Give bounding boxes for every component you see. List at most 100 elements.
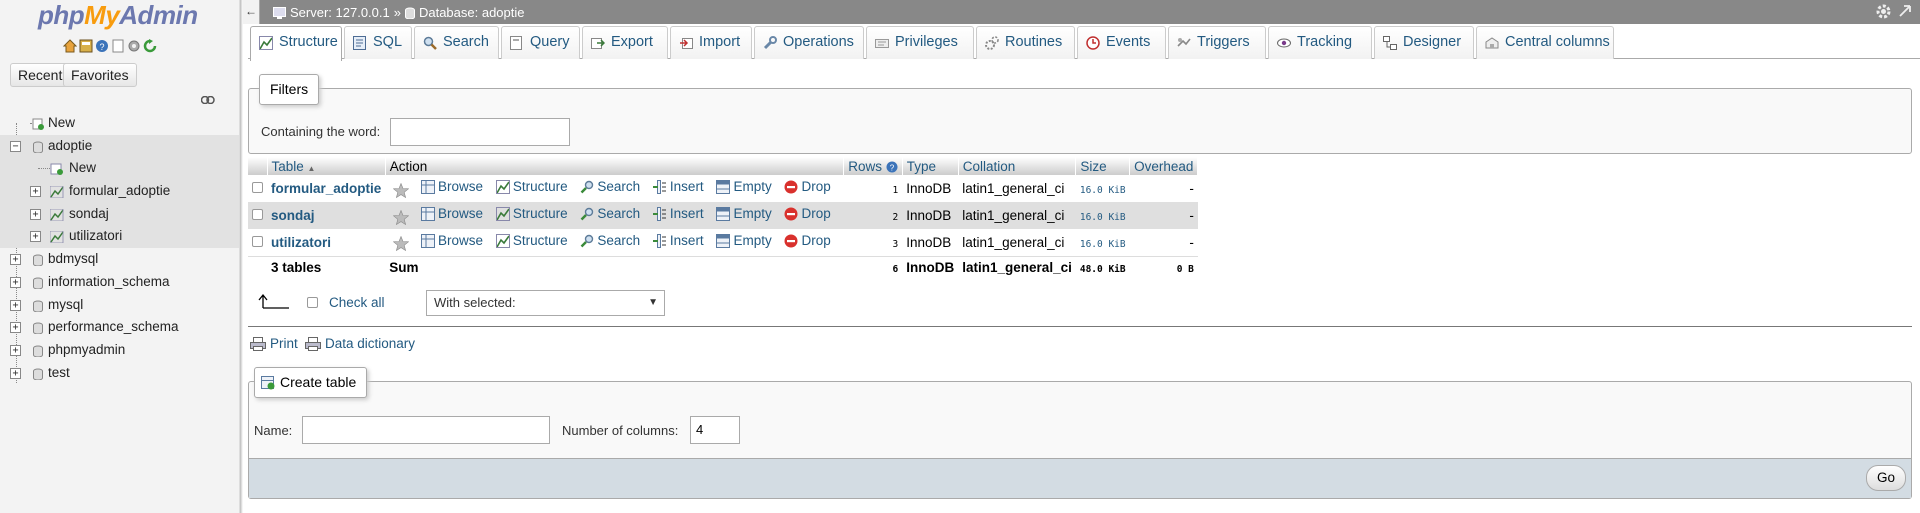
tab-import[interactable]: Import	[670, 26, 752, 59]
search-action[interactable]: Search	[580, 233, 640, 248]
tree-new-database[interactable]: New	[0, 112, 239, 135]
breadcrumb-server[interactable]: Server: 127.0.0.1	[290, 5, 390, 20]
tab-tracking[interactable]: Tracking	[1268, 26, 1372, 59]
check-all-checkbox[interactable]	[307, 297, 318, 308]
home-icon[interactable]	[63, 39, 77, 53]
drop-action[interactable]: Drop	[784, 206, 831, 221]
structure-action[interactable]: Structure	[495, 179, 568, 194]
browse-action[interactable]: Browse	[421, 233, 483, 248]
reload-icon[interactable]	[143, 39, 157, 53]
tab-triggers[interactable]: Triggers	[1168, 26, 1266, 59]
tab-privileges[interactable]: Privileges	[866, 26, 974, 59]
header-rows[interactable]: Rows ?	[843, 157, 903, 175]
filters-legend[interactable]: Filters	[259, 74, 320, 105]
drop-action[interactable]: Drop	[784, 179, 831, 194]
help-icon[interactable]: ?	[95, 39, 109, 53]
collapse-icon[interactable]: −	[10, 140, 21, 152]
insert-action[interactable]: Insert	[652, 179, 704, 194]
tab-central-columns[interactable]: Central columns	[1476, 26, 1614, 59]
drop-action[interactable]: Drop	[784, 233, 831, 248]
row-checkbox[interactable]	[252, 235, 263, 247]
empty-action[interactable]: Empty	[716, 233, 772, 248]
table-size[interactable]: 16.0 KiB	[1080, 185, 1126, 196]
row-checkbox[interactable]	[252, 209, 263, 220]
insert-action[interactable]: Insert	[652, 206, 704, 221]
docs-icon[interactable]	[111, 39, 125, 53]
tree-table-utilizatori[interactable]: + utilizatori	[0, 225, 239, 249]
favorites-button[interactable]: Favorites	[63, 63, 137, 87]
insert-action[interactable]: Insert	[652, 233, 704, 248]
table-size[interactable]: 16.0 KiB	[1080, 239, 1126, 250]
search-action[interactable]: Search	[580, 206, 640, 221]
empty-action[interactable]: Empty	[716, 206, 772, 221]
tab-search[interactable]: Search	[414, 26, 499, 59]
tab-designer[interactable]: Designer	[1374, 26, 1474, 59]
header-collation[interactable]: Collation	[958, 157, 1077, 175]
header-overhead[interactable]: Overhead	[1129, 157, 1199, 175]
expand-icon[interactable]: +	[30, 231, 41, 243]
nav-divider[interactable]	[240, 0, 243, 513]
favorite-star-icon[interactable]	[393, 236, 410, 252]
go-button[interactable]: Go	[1866, 465, 1906, 491]
tree-new-table[interactable]: New	[0, 157, 239, 181]
header-table[interactable]: Table ▲	[267, 157, 386, 175]
tab-query[interactable]: Query	[501, 26, 580, 59]
tab-events[interactable]: Events	[1077, 26, 1166, 59]
check-all-label[interactable]: Check all	[329, 295, 385, 310]
expand-icon[interactable]: +	[10, 367, 21, 379]
tree-db-adoptie[interactable]: − adoptie	[0, 134, 239, 158]
table-size[interactable]: 16.0 KiB	[1080, 212, 1126, 223]
breadcrumb-database[interactable]: Database: adoptie	[419, 5, 525, 20]
create-table-legend[interactable]: Create table	[254, 367, 368, 398]
tree-db-performance-schema[interactable]: + performance_schema	[0, 316, 239, 339]
expand-icon[interactable]: +	[30, 186, 41, 198]
recent-button[interactable]: Recent	[10, 63, 71, 87]
print-link[interactable]: Print	[250, 336, 298, 351]
tree-table-formular-adoptie[interactable]: + formular_adoptie	[0, 180, 239, 203]
structure-action[interactable]: Structure	[495, 206, 568, 221]
search-action[interactable]: Search	[580, 179, 640, 194]
tree-db-phpmyadmin[interactable]: + phpmyadmin	[0, 339, 239, 362]
table-name-input[interactable]	[302, 416, 550, 444]
expand-icon[interactable]: +	[10, 254, 21, 266]
table-name-link[interactable]: utilizatori	[271, 235, 331, 250]
expand-icon[interactable]: +	[10, 299, 21, 311]
sql-window-icon[interactable]	[79, 39, 93, 53]
with-selected-dropdown[interactable]: With selected: ▼	[426, 290, 665, 316]
row-checkbox[interactable]	[252, 182, 263, 193]
settings-icon[interactable]	[127, 39, 141, 53]
expand-icon[interactable]: +	[10, 344, 21, 356]
filter-word-input[interactable]	[390, 118, 570, 146]
empty-action[interactable]: Empty	[716, 179, 772, 194]
link-with-main-panel-icon[interactable]	[201, 96, 215, 104]
tab-sql[interactable]: SQL	[344, 26, 412, 59]
number-of-columns-input[interactable]: 4	[690, 416, 740, 444]
rows-help-icon[interactable]: ?	[886, 161, 898, 173]
structure-action[interactable]: Structure	[495, 233, 568, 248]
expand-icon[interactable]: +	[30, 208, 41, 220]
data-dictionary-link[interactable]: Data dictionary	[305, 336, 415, 351]
table-name-link[interactable]: formular_adoptie	[271, 181, 381, 196]
favorite-star-icon[interactable]	[393, 182, 410, 198]
tab-export[interactable]: Export	[582, 26, 668, 59]
collapse-navigation-button[interactable]: ←	[243, 0, 260, 24]
page-settings-gear-icon[interactable]	[1876, 4, 1891, 19]
expand-icon[interactable]: +	[10, 322, 21, 334]
browse-action[interactable]: Browse	[421, 179, 483, 194]
table-name-link[interactable]: sondaj	[271, 208, 315, 223]
tree-db-bdmysql[interactable]: + bdmysql	[0, 248, 239, 271]
tree-db-information-schema[interactable]: + information_schema	[0, 271, 239, 294]
favorite-star-icon[interactable]	[393, 209, 410, 225]
restore-window-icon[interactable]	[1898, 4, 1912, 18]
phpmyadmin-logo[interactable]: phpMyAdmin	[38, 0, 198, 31]
tab-operations[interactable]: Operations	[754, 26, 864, 59]
expand-icon[interactable]: +	[10, 276, 21, 288]
tab-structure[interactable]: Structure	[250, 26, 342, 61]
tree-db-test[interactable]: + test	[0, 362, 239, 385]
tab-routines[interactable]: Routines	[976, 26, 1075, 59]
header-size[interactable]: Size	[1075, 157, 1131, 175]
browse-action[interactable]: Browse	[421, 206, 483, 221]
header-type[interactable]: Type	[902, 157, 959, 175]
tree-table-sondaj[interactable]: + sondaj	[0, 202, 239, 226]
tree-db-mysql[interactable]: + mysql	[0, 294, 239, 317]
